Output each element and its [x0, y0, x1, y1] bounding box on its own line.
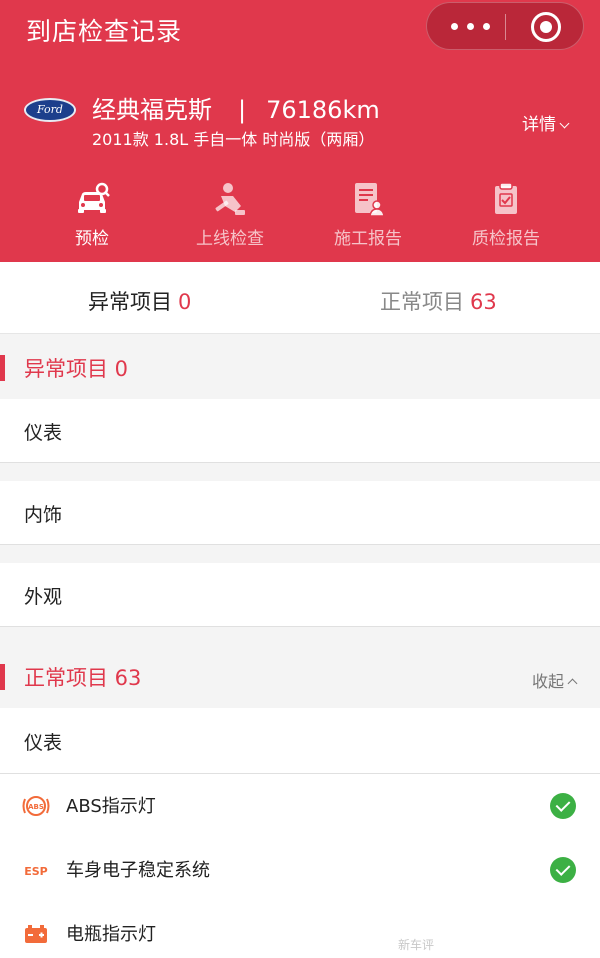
abs-warning-icon: ABS	[22, 796, 50, 816]
check-item[interactable]: 电瓶指示灯	[0, 902, 600, 958]
tab-precheck[interactable]: 预检	[23, 176, 161, 249]
details-label: 详情	[522, 115, 556, 135]
check-ok-icon	[550, 857, 576, 883]
brand-logo: Ford	[24, 98, 76, 122]
details-button[interactable]: 详情	[522, 110, 570, 135]
car-model: 经典福克斯	[92, 96, 212, 124]
car-mileage: 76186km	[266, 96, 380, 124]
mini-program-capsule	[426, 2, 584, 50]
group-label: 仪表	[24, 732, 63, 754]
section-marker	[0, 355, 5, 381]
abnormal-count: 0	[178, 290, 192, 314]
normal-count: 63	[470, 290, 497, 314]
tab-label: 质检报告	[472, 229, 540, 249]
tab-online-check[interactable]: 上线检查	[161, 176, 299, 249]
tab-label: 预检	[75, 229, 109, 249]
check-item-label: 电瓶指示灯	[66, 924, 156, 945]
capsule-divider	[505, 14, 506, 40]
page-title: 到店检查记录	[26, 17, 183, 46]
section-title: 异常项目 0	[24, 357, 129, 381]
car-subtitle: 2011款 1.8L 手自一体 时尚版（两厢）	[92, 130, 375, 149]
collapse-button[interactable]: 收起	[531, 668, 578, 692]
watermark: 新车评	[398, 938, 435, 952]
normal-section-header: 正常项目 63 收起	[0, 644, 600, 708]
title-separator: |	[238, 96, 247, 124]
more-icon[interactable]	[451, 16, 495, 36]
list-item[interactable]: 外观	[0, 563, 600, 627]
tab-label: 施工报告	[334, 229, 402, 249]
section-marker	[0, 664, 5, 690]
normal-summary[interactable]: 正常项目 63	[380, 286, 497, 316]
esp-icon: ESP	[24, 865, 48, 878]
normal-summary-label: 正常项目	[380, 290, 464, 314]
tab-label: 上线检查	[196, 229, 264, 249]
tab-construction-report[interactable]: 施工报告	[299, 176, 437, 249]
tab-quality-report[interactable]: 质检报告	[437, 176, 575, 249]
list-item[interactable]: 内饰	[0, 481, 600, 545]
group-label: 外观	[24, 586, 63, 608]
esp-icon-text: ESP	[24, 865, 48, 878]
chevron-down-icon	[559, 118, 570, 129]
abnormal-summary-label: 异常项目	[88, 290, 172, 314]
car-title: 经典福克斯 | 76186km	[92, 90, 380, 125]
close-miniprogram-icon[interactable]	[531, 12, 561, 42]
section-title: 正常项目 63	[24, 666, 142, 690]
abnormal-summary[interactable]: 异常项目 0	[88, 286, 191, 316]
tab-bar: 预检 上线检查 施工报告 质检报告	[0, 176, 600, 249]
group-label: 内饰	[24, 504, 63, 526]
clipboard-check-icon	[495, 182, 517, 214]
chevron-up-icon	[567, 678, 578, 689]
collapse-label: 收起	[531, 672, 564, 691]
check-ok-icon	[550, 793, 576, 819]
mechanic-icon	[215, 183, 245, 215]
abs-icon-text: ABS	[28, 803, 44, 811]
check-item-label: ABS指示灯	[66, 796, 156, 817]
battery-icon	[25, 925, 47, 943]
check-item[interactable]: ABS ABS指示灯	[0, 774, 600, 838]
list-item[interactable]: 仪表	[0, 399, 600, 463]
group-label: 仪表	[24, 422, 63, 444]
header: 到店检查记录 Ford 经典福克斯 | 76186km 2011款 1.8L 手自一…	[0, 0, 600, 262]
summary-bar: 异常项目 0 正常项目 63	[0, 262, 600, 334]
list-item[interactable]: 仪表	[0, 708, 600, 774]
report-person-icon	[355, 183, 385, 217]
check-item-label: 车身电子稳定系统	[66, 860, 210, 881]
car-inspect-icon	[78, 182, 110, 213]
abnormal-section-header: 异常项目 0	[0, 335, 600, 399]
check-item[interactable]: ESP 车身电子稳定系统	[0, 838, 600, 902]
